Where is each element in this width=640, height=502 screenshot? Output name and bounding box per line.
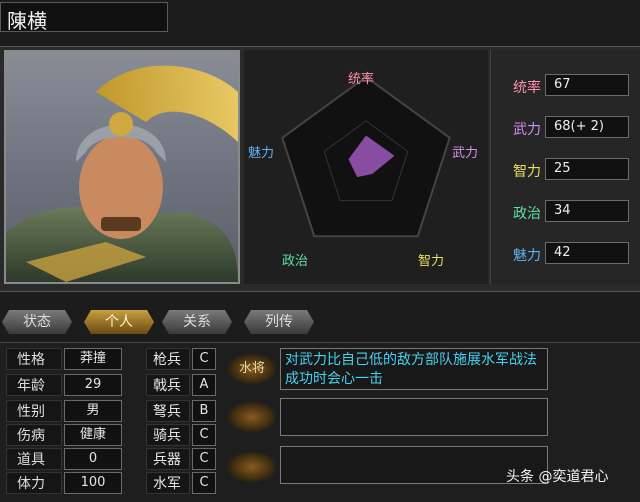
stat-row-meili: 魅力 42 (491, 242, 640, 268)
portrait-image (6, 65, 238, 282)
radar-label-meili: 魅力 (248, 146, 275, 161)
unit-aptitude: C (192, 472, 216, 494)
tab-personal[interactable]: 个人 (84, 310, 154, 334)
attr-row-gender: 性别 男 (6, 400, 122, 424)
unit-label: 兵器 (146, 448, 190, 470)
attr-row-age: 年龄 29 (6, 374, 122, 398)
attr-value: 29 (64, 374, 122, 396)
stat-row-wuli: 武力 68(+ 2) (491, 116, 640, 142)
stat-row-tongshuai: 统率 67 (491, 74, 640, 100)
unit-aptitude: C (192, 348, 216, 370)
stat-label: 武力 (513, 122, 541, 138)
radar-label-wuli: 武力 (452, 146, 479, 161)
attr-label: 性别 (6, 400, 62, 422)
unit-label: 戟兵 (146, 374, 190, 396)
officer-portrait (4, 50, 240, 284)
unit-row-crossbow: 弩兵 B (146, 400, 216, 424)
tab-relations[interactable]: 关系 (162, 310, 232, 334)
attr-row-personality: 性格 莽撞 (6, 348, 122, 372)
ability-radar-panel: 统率 武力 智力 政治 魅力 (244, 50, 488, 284)
tab-status[interactable]: 状态 (2, 310, 72, 334)
skill-badge-2[interactable] (228, 402, 276, 432)
stat-value: 67 (545, 74, 629, 96)
unit-aptitude: C (192, 448, 216, 470)
unit-aptitude: A (192, 374, 216, 396)
stat-value: 25 (545, 158, 629, 180)
unit-row-siege: 兵器 C (146, 448, 216, 472)
unit-label: 枪兵 (146, 348, 190, 370)
unit-row-halberd: 戟兵 A (146, 374, 216, 398)
attr-label: 年龄 (6, 374, 62, 396)
attr-value: 男 (64, 400, 122, 422)
attr-label: 性格 (6, 348, 62, 370)
unit-aptitude: B (192, 400, 216, 422)
stat-row-zhili: 智力 25 (491, 158, 640, 184)
attr-value: 健康 (64, 424, 122, 446)
skill-description-1: 对武力比自己低的敌方部队施展水军战法成功时会心一击 (280, 348, 548, 390)
stat-value: 68(+ 2) (545, 116, 629, 138)
officer-name: 陳横 (7, 9, 47, 33)
attr-label: 体力 (6, 472, 62, 494)
stat-label: 魅力 (513, 248, 541, 264)
tab-bar: 状态 个人 关系 列传 (0, 310, 640, 338)
skill-badge-3[interactable] (228, 452, 276, 482)
officer-name-box: 陳横 (0, 2, 168, 33)
attr-row-injury: 伤病 健康 (6, 424, 122, 448)
unit-label: 弩兵 (146, 400, 190, 422)
attr-label: 道具 (6, 448, 62, 470)
stat-label: 统率 (513, 80, 541, 96)
stat-label: 政治 (513, 206, 541, 222)
attr-value: 100 (64, 472, 122, 494)
stat-row-zhengzhi: 政治 34 (491, 200, 640, 226)
ability-stats-panel: 统率 67 武力 68(+ 2) 智力 25 政治 34 魅力 42 (490, 50, 640, 284)
stat-label: 智力 (513, 164, 541, 180)
attr-row-item: 道具 0 (6, 448, 122, 472)
attr-value: 0 (64, 448, 122, 470)
skill-badge-1[interactable]: 水将 (228, 354, 276, 384)
watermark: 头条 @奕道君心 (506, 469, 609, 485)
attr-label: 伤病 (6, 424, 62, 446)
skill-description-2 (280, 398, 548, 436)
attr-value: 莽撞 (64, 348, 122, 370)
attr-row-stamina: 体力 100 (6, 472, 122, 496)
radar-label-zhengzhi: 政治 (282, 254, 309, 269)
unit-aptitude: C (192, 424, 216, 446)
radar-label-tongshuai: 统率 (348, 72, 375, 87)
unit-label: 水军 (146, 472, 190, 494)
radar-label-zhili: 智力 (418, 254, 445, 269)
unit-row-spear: 枪兵 C (146, 348, 216, 372)
unit-label: 骑兵 (146, 424, 190, 446)
stat-value: 34 (545, 200, 629, 222)
stat-value: 42 (545, 242, 629, 264)
unit-row-navy: 水军 C (146, 472, 216, 496)
tab-biography[interactable]: 列传 (244, 310, 314, 334)
unit-row-cavalry: 骑兵 C (146, 424, 216, 448)
